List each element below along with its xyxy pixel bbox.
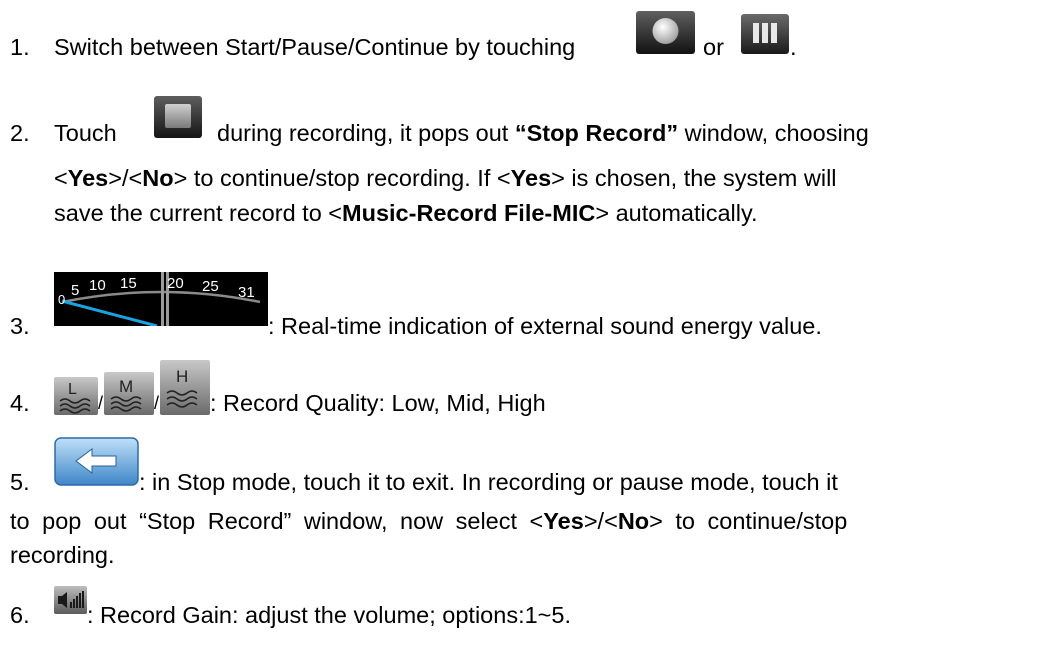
no-bold: No bbox=[617, 508, 650, 534]
text-span: > is chosen, the system will bbox=[551, 165, 837, 191]
text-span: > to continue/stop recording. If < bbox=[173, 165, 511, 191]
yes-bold: Yes bbox=[67, 165, 109, 191]
meter-tick-10: 10 bbox=[89, 277, 106, 294]
item-5-line3: recording. bbox=[10, 542, 115, 568]
text-span: > to continue/stop bbox=[649, 508, 848, 534]
item-2-line3: save the current record to <Music-Record… bbox=[54, 198, 758, 228]
period: . bbox=[790, 34, 797, 60]
yes-bold: Yes bbox=[510, 165, 552, 191]
meter-tick-5: 5 bbox=[71, 282, 79, 299]
meter-tick-15: 15 bbox=[120, 275, 137, 292]
sound-meter-icon: 0 5 10 15 20 25 31 bbox=[54, 272, 268, 326]
separator: / bbox=[98, 393, 104, 413]
record-circle-icon bbox=[636, 11, 695, 54]
item-2-line1: during recording, it pops out “Stop Reco… bbox=[217, 118, 869, 148]
yes-bold: Yes bbox=[543, 508, 584, 534]
pause-icon bbox=[741, 14, 789, 54]
item-number: 2. bbox=[10, 120, 30, 146]
item-2-line2: <Yes>/<No> to continue/stop recording. I… bbox=[54, 163, 837, 193]
meter-tick-31: 31 bbox=[238, 284, 255, 301]
quality-mid-icon: M bbox=[104, 372, 154, 415]
item-number: 6. bbox=[10, 602, 30, 628]
touch-text: Touch bbox=[54, 120, 117, 146]
stop-record-bold: “Stop Record” bbox=[514, 120, 679, 146]
quality-letter: L bbox=[68, 381, 77, 398]
no-bold: No bbox=[142, 165, 174, 191]
item-1-text: Switch between Start/Pause/Continue by t… bbox=[54, 34, 576, 60]
item-number: 3. bbox=[10, 313, 30, 339]
item-6-text: : Record Gain: adjust the volume; option… bbox=[87, 602, 571, 628]
meter-tick-0: 0 bbox=[58, 292, 65, 307]
back-arrow-icon bbox=[54, 437, 139, 486]
text-span: >/< bbox=[583, 508, 618, 534]
quality-letter: H bbox=[176, 367, 188, 386]
meter-tick-25: 25 bbox=[202, 278, 219, 295]
text-span: during recording, it pops out bbox=[217, 120, 509, 146]
meter-tick-20: 20 bbox=[167, 275, 184, 292]
text-span: < bbox=[54, 165, 68, 191]
path-bold: Music-Record File-MIC bbox=[342, 200, 596, 226]
item-number: 4. bbox=[10, 390, 30, 416]
text-span: >/< bbox=[108, 165, 143, 191]
item-number: 1. bbox=[10, 34, 30, 60]
text-span: > automatically. bbox=[595, 200, 758, 226]
text-span: to pop out “Stop Record” window, now sel… bbox=[10, 508, 544, 534]
separator: / bbox=[154, 393, 160, 413]
item-3-text: : Real-time indication of external sound… bbox=[268, 313, 822, 339]
or-text: or bbox=[703, 34, 724, 60]
text-span: window, choosing bbox=[684, 120, 869, 146]
quality-high-icon: H bbox=[160, 360, 210, 415]
item-4-text: : Record Quality: Low, Mid, High bbox=[210, 390, 546, 416]
speaker-gain-icon bbox=[54, 586, 87, 614]
stop-square-icon bbox=[154, 96, 202, 138]
item-5-line2: to pop out “Stop Record” window, now sel… bbox=[10, 506, 847, 536]
quality-letter: M bbox=[119, 377, 133, 396]
quality-low-icon: L bbox=[54, 377, 98, 415]
item-number: 5. bbox=[10, 469, 30, 495]
item-5-line1: : in Stop mode, touch it to exit. In rec… bbox=[139, 469, 838, 495]
text-span: save the current record to < bbox=[54, 200, 343, 226]
